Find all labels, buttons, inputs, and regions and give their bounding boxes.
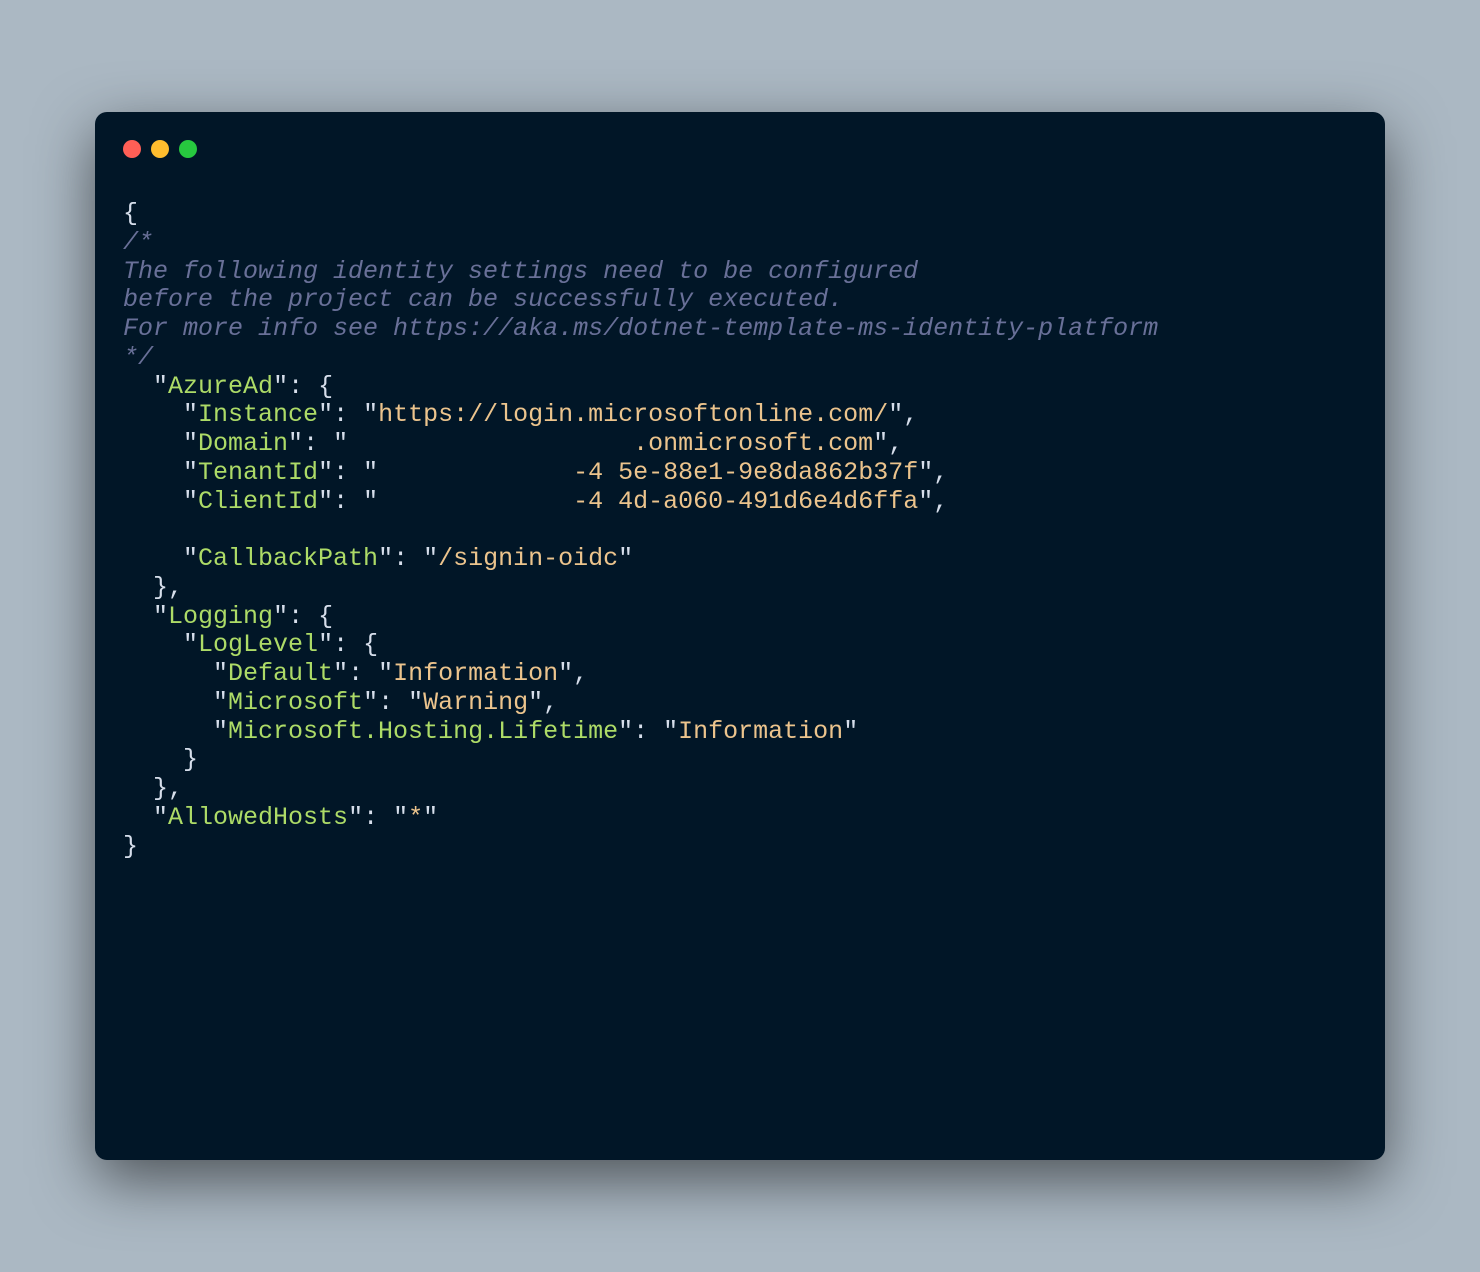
comment-line: before the project can be successfully e… xyxy=(123,285,843,314)
json-key-microsoft: Microsoft xyxy=(228,688,363,717)
window-controls xyxy=(123,140,197,158)
json-key-default: Default xyxy=(228,659,333,688)
json-key-logging: Logging xyxy=(168,602,273,631)
page-stage: { /* The following identity settings nee… xyxy=(0,0,1480,1272)
brace: { xyxy=(123,199,138,228)
minimize-icon[interactable] xyxy=(151,140,169,158)
comment-line: */ xyxy=(123,343,153,372)
json-key-clientid: ClientId xyxy=(198,487,318,516)
code-window: { /* The following identity settings nee… xyxy=(95,112,1385,1160)
json-val-tenantid: -4 5e-88e1-9e8da862b37f xyxy=(378,458,918,487)
brace: } xyxy=(123,832,138,861)
json-key-azuread: AzureAd xyxy=(168,372,273,401)
json-key-domain: Domain xyxy=(198,429,288,458)
json-val-default: Information xyxy=(393,659,558,688)
json-key-instance: Instance xyxy=(198,400,318,429)
close-icon[interactable] xyxy=(123,140,141,158)
json-val-instance: https://login.microsoftonline.com/ xyxy=(378,400,888,429)
zoom-icon[interactable] xyxy=(179,140,197,158)
comment-line: /* xyxy=(123,228,153,257)
comment-line: For more info see https://aka.ms/dotnet-… xyxy=(123,314,1158,343)
json-key-allowed: AllowedHosts xyxy=(168,803,348,832)
code-block: { /* The following identity settings nee… xyxy=(123,200,1357,861)
json-val-callback: /signin-oidc xyxy=(438,544,618,573)
json-key-mhl: Microsoft.Hosting.Lifetime xyxy=(228,717,618,746)
json-val-microsoft: Warning xyxy=(423,688,528,717)
json-key-callback: CallbackPath xyxy=(198,544,378,573)
json-key-tenantid: TenantId xyxy=(198,458,318,487)
json-key-loglevel: LogLevel xyxy=(198,630,318,659)
comment-line: The following identity settings need to … xyxy=(123,257,918,286)
json-val-clientid: -4 4d-a060-491d6e4d6ffa xyxy=(378,487,918,516)
json-val-allowed: * xyxy=(408,803,423,832)
json-val-domain: .onmicrosoft.com xyxy=(348,429,873,458)
json-val-mhl: Information xyxy=(678,717,843,746)
